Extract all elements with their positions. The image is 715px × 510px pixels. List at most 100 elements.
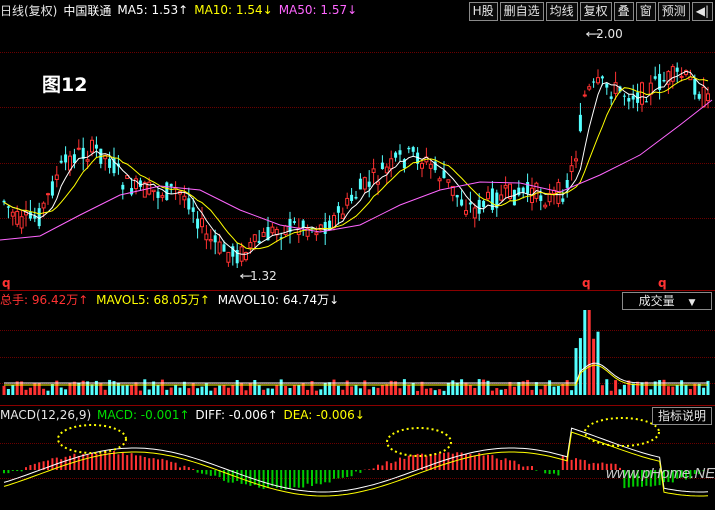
candle-body: [226, 251, 231, 263]
candle-body: [358, 178, 362, 190]
volume-bar: [534, 382, 538, 395]
macd-bar: [99, 453, 102, 470]
volume-bar: [636, 381, 640, 395]
macd-bar: [205, 470, 208, 475]
macd-bar: [385, 461, 388, 470]
macd-bar: [500, 460, 503, 470]
macd-bar: [394, 461, 397, 470]
candle-body: [54, 174, 59, 180]
candle-body: [371, 168, 376, 173]
volume-bar: [134, 382, 138, 395]
indicator-help-button[interactable]: 指标说明: [652, 407, 712, 425]
volume-bar: [284, 385, 288, 395]
volume-bar: [143, 379, 147, 395]
candle-body: [420, 162, 424, 169]
candle-body: [574, 158, 578, 162]
candle-body: [622, 95, 626, 97]
volume-bar: [649, 389, 653, 395]
kline-chart[interactable]: [0, 0, 715, 510]
volume-bar: [609, 390, 613, 395]
volume-bar: [446, 382, 450, 395]
macd-bar: [284, 470, 287, 490]
candle-body: [217, 241, 222, 254]
event-marker[interactable]: q: [658, 276, 667, 290]
candle-body: [653, 76, 657, 79]
macd-bar: [25, 467, 27, 470]
candle-body: [582, 94, 587, 97]
candle-body: [561, 198, 565, 202]
macd-bar: [315, 470, 318, 484]
candle-body: [121, 184, 125, 190]
volume-bar: [666, 386, 670, 395]
macd-bar: [236, 470, 239, 482]
volume-bar: [174, 384, 178, 395]
volume-bar: [578, 338, 582, 395]
macd-bar: [29, 465, 32, 470]
macd-bar: [280, 470, 283, 490]
event-marker[interactable]: q: [582, 276, 591, 290]
macd-bar: [86, 454, 89, 470]
volume-bar: [218, 385, 222, 395]
macd-bar: [108, 452, 111, 470]
candle-body: [182, 195, 187, 201]
macd-bar: [333, 470, 335, 479]
macd-bar: [196, 470, 199, 473]
high-price-annotation: ←2.00: [586, 27, 623, 41]
candle-body: [539, 195, 543, 201]
volume-bar: [314, 390, 318, 395]
volume-bar: [552, 386, 556, 395]
volume-bar: [653, 381, 657, 395]
macd-bar: [368, 469, 371, 470]
macd-value: MACD: -0.001↑: [96, 408, 190, 422]
volume-bar: [262, 389, 266, 395]
volume-indicator-dropdown[interactable]: 成交量 ▼: [622, 292, 712, 310]
candle-body: [662, 79, 666, 82]
macd-bar: [553, 470, 555, 474]
candle-body: [631, 95, 635, 100]
macd-bar: [341, 470, 344, 478]
volume-bar: [618, 389, 622, 395]
candle-body: [596, 77, 600, 84]
candle-body: [477, 199, 481, 214]
volume-bar: [464, 382, 468, 395]
macd-bar: [346, 470, 349, 478]
candle-body: [10, 211, 15, 217]
macd-bar: [482, 455, 485, 470]
volume-bar: [6, 388, 10, 395]
volume-bar: [460, 379, 464, 395]
candle-body: [706, 93, 710, 102]
volume-bar: [72, 381, 76, 395]
figure-label: 图12: [42, 74, 88, 96]
volume-bar: [354, 385, 358, 395]
macd-bar: [390, 463, 393, 470]
candle-body: [605, 83, 609, 88]
macd-bar: [513, 460, 516, 470]
macd-bar: [47, 460, 49, 470]
volume-bar: [297, 384, 301, 395]
candle-body: [261, 231, 266, 237]
candle-body: [384, 166, 389, 174]
candle-body: [503, 184, 508, 189]
macd-bar: [548, 470, 551, 475]
macd-bar: [306, 470, 309, 484]
volume-bar: [688, 388, 692, 395]
macd-bar: [319, 470, 322, 485]
candle-body: [389, 158, 394, 170]
candle-body: [301, 220, 305, 228]
macd-bar: [504, 458, 507, 470]
volume-bar: [187, 388, 191, 395]
macd-header: MACD(12,26,9) MACD: -0.001↑ DIFF: -0.006…: [0, 408, 365, 422]
volume-bar: [622, 384, 626, 395]
candle-body: [468, 202, 472, 205]
volume-bar: [420, 381, 424, 395]
event-marker[interactable]: q: [2, 276, 11, 290]
volume-bar: [2, 385, 6, 395]
macd-bar: [509, 460, 511, 470]
candle-body: [68, 155, 72, 171]
volume-bar: [24, 389, 28, 395]
macd-bar: [575, 458, 577, 470]
volume-bar: [438, 389, 442, 395]
volume-bar: [213, 387, 217, 395]
volume-bar: [28, 387, 32, 395]
candle-body: [283, 225, 288, 236]
